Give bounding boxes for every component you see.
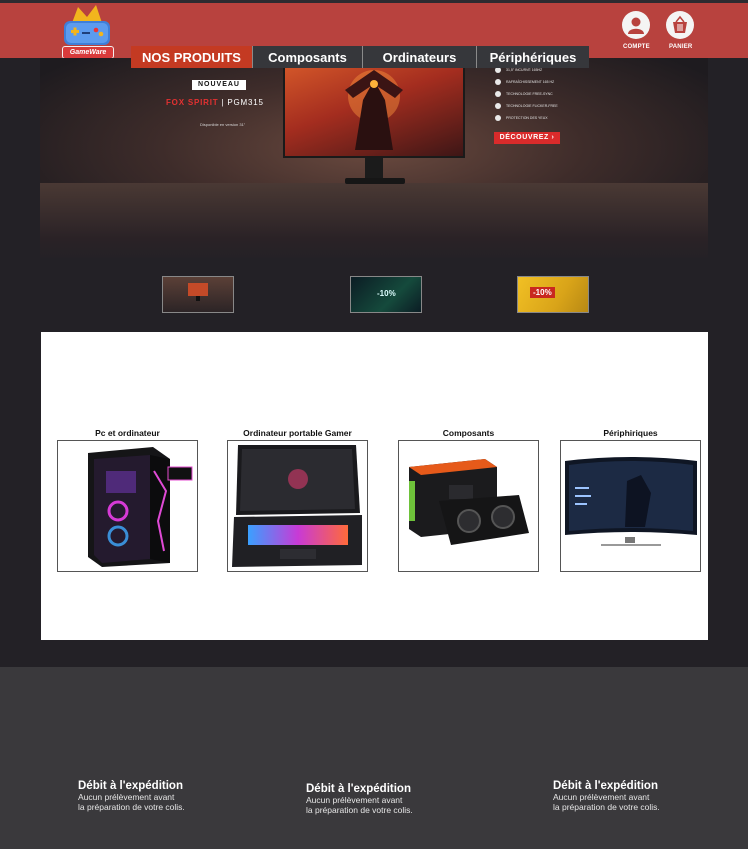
- tab-ordinateurs[interactable]: Ordinateurs: [362, 46, 476, 68]
- shipping-text-line1: Aucun prélèvement avant: [306, 795, 403, 805]
- shipping-text-line1: Aucun prélèvement avant: [78, 792, 175, 802]
- gpu-box-image: [409, 459, 529, 545]
- availability-text: Disponible en version 31": [200, 122, 246, 127]
- discover-button[interactable]: DÉCOUVREZ ›: [494, 132, 560, 144]
- carousel-thumb-1[interactable]: [162, 276, 234, 313]
- cart-button[interactable]: [666, 11, 694, 39]
- shipping-title: Débit à l'expédition: [306, 783, 411, 795]
- site-footer: Débit à l'expédition Aucun prélèvement a…: [0, 667, 748, 849]
- cart-label[interactable]: PANIER: [669, 44, 692, 50]
- feature-item: RAFRAÎCHISSEMENT 165 HZ: [495, 76, 558, 88]
- shipping-info-3: Débit à l'expédition Aucun prélèvement a…: [553, 780, 660, 812]
- monitor-image: [283, 58, 465, 158]
- feature-icon: [495, 103, 501, 109]
- category-image[interactable]: [57, 440, 198, 572]
- pc-tower-image: [88, 447, 193, 567]
- shipping-text-line2: la préparation de votre colis.: [306, 805, 413, 815]
- shipping-text-line1: Aucun prélèvement avant: [553, 792, 650, 802]
- feature-icon: [495, 91, 501, 97]
- feature-icon: [495, 79, 501, 85]
- tab-composants[interactable]: Composants: [252, 46, 362, 68]
- category-peripheriques[interactable]: Périphiriques: [560, 428, 701, 572]
- category-laptop[interactable]: Ordinateur portable Gamer: [227, 428, 368, 572]
- main-nav: NOS PRODUITS Composants Ordinateurs Péri…: [131, 46, 589, 68]
- monitor-stand: [365, 158, 383, 180]
- category-image[interactable]: [398, 440, 539, 572]
- shipping-title: Débit à l'expédition: [78, 780, 183, 792]
- shipping-info-2: Débit à l'expédition Aucun prélèvement a…: [306, 783, 413, 815]
- laptop-image: [232, 445, 362, 567]
- hero-banner[interactable]: NOUVEAU FOX SPIRIT | PGM315 Disponible e…: [40, 58, 708, 258]
- categories-panel: Pc et ordinateur Ordinateur portable Gam…: [41, 332, 708, 640]
- category-title: Périphiriques: [603, 428, 658, 438]
- curved-monitor-image: [565, 457, 697, 546]
- thumb-promo-text: -10%: [530, 287, 555, 298]
- category-composants[interactable]: Composants: [398, 428, 539, 572]
- tab-nos-produits[interactable]: NOS PRODUITS: [131, 46, 252, 68]
- category-pc[interactable]: Pc et ordinateur: [57, 428, 198, 572]
- shipping-text-line2: la préparation de votre colis.: [78, 802, 185, 812]
- category-title: Ordinateur portable Gamer: [243, 428, 352, 438]
- tab-peripheriques[interactable]: Périphériques: [476, 46, 589, 68]
- category-image[interactable]: [560, 440, 701, 572]
- monitor-base: [345, 178, 405, 184]
- carousel-thumb-3[interactable]: -10%: [517, 276, 589, 313]
- new-badge: NOUVEAU: [192, 80, 246, 90]
- feature-icon: [495, 115, 501, 121]
- feature-item: TECHNOLOGIE FREE-SYNC: [495, 88, 558, 100]
- shipping-info-1: Débit à l'expédition Aucun prélèvement a…: [78, 780, 185, 812]
- basket-icon: [673, 15, 687, 33]
- brand-name: FOX SPIRIT: [166, 98, 219, 107]
- user-icon: [628, 17, 644, 34]
- category-image[interactable]: [227, 440, 368, 572]
- shipping-title: Débit à l'expédition: [553, 780, 658, 792]
- feature-item: TECHNOLOGIE FLICKER-FREE: [495, 100, 558, 112]
- category-title: Pc et ordinateur: [95, 428, 160, 438]
- shipping-text-line2: la préparation de votre colis.: [553, 802, 660, 812]
- thumb-monitor-art: [188, 283, 208, 301]
- product-brand: FOX SPIRIT | PGM315: [166, 98, 264, 107]
- hero-floor: [40, 183, 708, 258]
- category-title: Composants: [442, 428, 495, 438]
- thumb-promo-text: -10%: [377, 289, 396, 298]
- model-name: PGM315: [227, 98, 264, 107]
- feature-list: 31,5" INCURVÉ 165HZ RAFRAÎCHISSEMENT 165…: [495, 64, 558, 124]
- monitor-artwork: [345, 70, 403, 150]
- account-button[interactable]: [622, 11, 650, 39]
- feature-item: PROTECTION DES YEUX: [495, 112, 558, 124]
- carousel-thumb-2[interactable]: -10%: [350, 276, 422, 313]
- account-label[interactable]: COMPTE: [623, 44, 650, 50]
